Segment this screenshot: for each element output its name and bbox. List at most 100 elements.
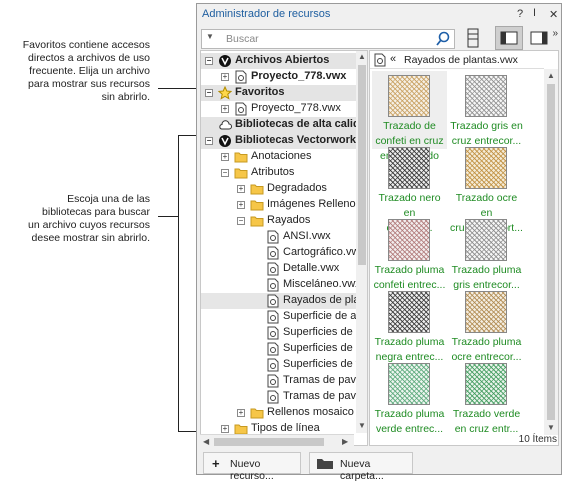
tree-horizontal-scrollbar[interactable]: ◀ ▶ [200, 434, 354, 448]
item-count: 10 Ítems [519, 434, 557, 445]
collapse-toggle[interactable]: − [221, 169, 229, 177]
scroll-thumb[interactable] [214, 438, 324, 446]
search-field[interactable]: ▼ Buscar [201, 29, 455, 49]
resource-item[interactable]: Trazado nero encruz ent... [372, 143, 447, 221]
collapse-toggle[interactable]: − [237, 217, 245, 225]
scroll-up-arrow[interactable]: ▲ [547, 71, 555, 80]
scroll-right-arrow[interactable]: ▶ [342, 437, 348, 446]
star-icon [218, 86, 232, 101]
tree-row[interactable]: Superficies de vegetación.vwx [201, 357, 356, 373]
more-options-button[interactable]: » [552, 28, 558, 39]
collapse-toggle[interactable]: − [205, 57, 213, 65]
file-icon [266, 246, 280, 261]
tree-row-label: Superficies de vegetación.vwx [283, 358, 356, 370]
scroll-down-arrow[interactable]: ▼ [358, 421, 366, 430]
search-icon[interactable] [435, 31, 451, 50]
tree-row-label: Superficie de albañilería.vwx [283, 310, 356, 322]
resource-item-name: Trazado verdeen cruz entr... [449, 407, 524, 437]
new-folder-button[interactable]: Nueva carpeta... [309, 452, 413, 474]
hatch-preview [388, 147, 430, 189]
preview-view-button[interactable] [525, 26, 551, 50]
scroll-thumb[interactable] [547, 84, 555, 420]
resource-item[interactable]: Trazado plumanegra entrec... [372, 287, 447, 365]
list-view-button[interactable] [461, 26, 483, 50]
tree-row-label: Proyecto_778.vwx [251, 102, 341, 114]
tree-row[interactable]: +Proyecto_778.vwx [201, 69, 356, 85]
tree-row[interactable]: −Bibliotecas Vectorworks [201, 133, 356, 149]
expand-toggle[interactable]: + [237, 185, 245, 193]
resource-item[interactable]: Trazado plumaocre entrecor... [449, 287, 524, 365]
hatch-preview [465, 147, 507, 189]
folder-icon [250, 198, 264, 213]
resource-item[interactable]: Trazado gris encruz entrecor... [449, 71, 524, 149]
tree-row[interactable]: +Rellenos mosaico [201, 405, 356, 421]
library-tree: −Archivos Abiertos + Proyecto_778.vwx−Favo… [200, 50, 368, 446]
tree-row[interactable]: −Favoritos [201, 85, 356, 101]
tree-vertical-scrollbar[interactable]: ▲ ▼ [356, 51, 368, 433]
annotation-line: bibliotecas para buscar [28, 206, 150, 219]
tree-row[interactable]: Tramas de pavimento 2.vwx [201, 389, 356, 405]
tree-row[interactable]: + Degradados [201, 181, 356, 197]
expand-toggle[interactable]: + [221, 105, 229, 113]
resource-item[interactable]: Trazado deconfeti en cruzentrecortado [372, 71, 447, 149]
annotation-line: un archivo cuyos recursos [28, 219, 150, 232]
hatch-preview [388, 363, 430, 405]
tree-row[interactable]: Tramas de pavimento.vwx [201, 373, 356, 389]
tree-row[interactable]: Bibliotecas de alta calidad [201, 117, 356, 133]
tree-row[interactable]: +Anotaciones [201, 149, 356, 165]
tree-row[interactable]: Detalle.vwx [201, 261, 356, 277]
tree-row[interactable]: Rayados de plantas.vwx [201, 293, 356, 309]
pin-button[interactable]: Ⅰ [533, 8, 536, 19]
resource-item[interactable]: Trazado plumaconfeti entrec... [372, 215, 447, 293]
expand-toggle[interactable]: + [237, 201, 245, 209]
tree-row[interactable]: Misceláneo.vwx [201, 277, 356, 293]
tree-row-label: Tipos de línea [251, 422, 320, 434]
tree-row[interactable]: Superficies de roca.vwx [201, 341, 356, 357]
new-resource-button[interactable]: + Nuevo recurso... [203, 452, 301, 474]
back-button[interactable]: « [390, 53, 396, 65]
scroll-down-arrow[interactable]: ▼ [547, 423, 555, 432]
close-button[interactable]: ✕ [549, 8, 558, 21]
tree-row[interactable]: +Imágenes Rellenos [201, 197, 356, 213]
folder-icon [250, 214, 264, 229]
hatch-preview [465, 75, 507, 117]
scroll-left-arrow[interactable]: ◀ [203, 437, 209, 446]
collapse-toggle[interactable]: − [205, 137, 213, 145]
tree-row[interactable]: Superficie de albañilería.vwx [201, 309, 356, 325]
tree-row[interactable]: − Atributos [201, 165, 356, 181]
chevron-down-icon[interactable]: ▼ [206, 32, 214, 41]
file-icon [266, 278, 280, 293]
folder-icon [250, 182, 264, 197]
help-button[interactable]: ? [517, 8, 523, 20]
collapse-toggle[interactable]: − [205, 89, 213, 97]
tree-row[interactable]: −Archivos Abiertos [201, 53, 356, 69]
tree-row-label: Atributos [251, 166, 294, 178]
tree-row-label: Superficies de madera.vwx [283, 326, 356, 338]
expand-toggle[interactable]: + [221, 425, 229, 433]
tree-row[interactable]: + Proyecto_778.vwx [201, 101, 356, 117]
expand-toggle[interactable]: + [237, 409, 245, 417]
file-icon [266, 230, 280, 245]
tree-row[interactable]: Cartográfico.vwx [201, 245, 356, 261]
file-icon [266, 310, 280, 325]
split-view-button[interactable] [495, 26, 523, 50]
new-folder-label: Nueva carpeta... [340, 458, 412, 482]
resource-item[interactable]: Trazado plumagris entrecor... [449, 215, 524, 293]
scroll-thumb[interactable] [358, 65, 366, 265]
file-icon [234, 70, 248, 85]
search-input[interactable]: Buscar [226, 33, 259, 45]
expand-toggle[interactable]: + [221, 73, 229, 81]
grid-vertical-scrollbar[interactable]: ▲ ▼ [544, 69, 558, 435]
tree-row-label: Tramas de pavimento 2.vwx [283, 390, 356, 402]
scroll-up-arrow[interactable]: ▲ [358, 52, 366, 61]
resource-item[interactable]: Trazado plumaverde entrec... [372, 359, 447, 437]
annotation-line: sin abrirlo. [23, 91, 150, 104]
expand-toggle[interactable]: + [221, 153, 229, 161]
tree-row-label: Degradados [267, 182, 327, 194]
resource-item[interactable]: Trazado verdeen cruz entr... [449, 359, 524, 437]
tree-row[interactable]: −Rayados [201, 213, 356, 229]
tree-row-label: Tramas de pavimento.vwx [283, 374, 356, 386]
tree-row[interactable]: Superficies de madera.vwx [201, 325, 356, 341]
tree-row[interactable]: ANSI.vwx [201, 229, 356, 245]
resource-item[interactable]: Trazado ocre encruz entrecort... [449, 143, 524, 221]
